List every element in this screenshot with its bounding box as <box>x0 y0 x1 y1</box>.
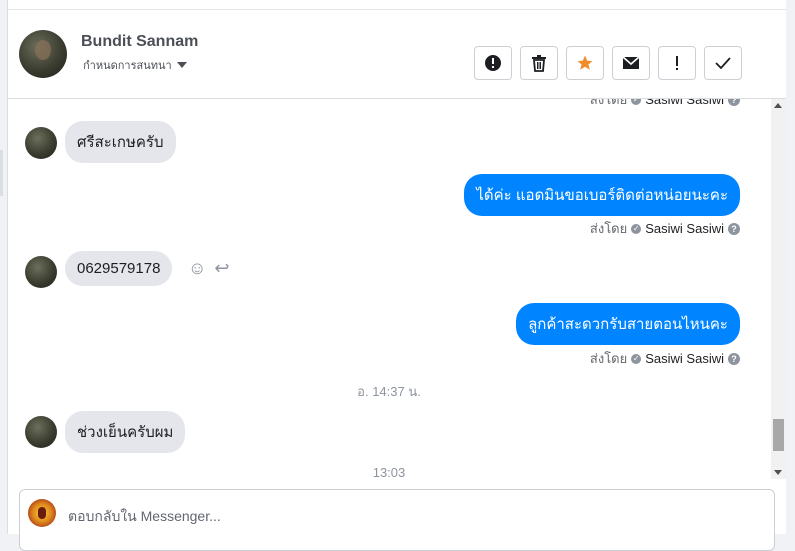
left-edge-marker <box>0 150 3 196</box>
sender-name: Sasiwi Sasiwi <box>645 221 724 236</box>
incoming-message[interactable]: ศรีสะเกษครับ <box>65 121 176 163</box>
check-icon: ✓ <box>631 99 642 105</box>
delete-button[interactable] <box>520 46 558 80</box>
checkmark-icon <box>715 57 731 70</box>
page-avatar <box>28 499 56 527</box>
sent-by-label: ส่งโดย ✓ Sasiwi Sasiwi ? <box>590 99 740 110</box>
exclamation-icon <box>676 56 678 70</box>
header-actions <box>474 46 742 80</box>
message-thread[interactable]: ส่งโดย ✓ Sasiwi Sasiwi ? ศรีสะเกษครับ ได… <box>8 99 770 479</box>
sent-by-label: ส่งโดย ✓ Sasiwi Sasiwi ? <box>590 348 740 369</box>
conversation-panel: Bundit Sannam กำหนดการสนทนา ส่งโดย ✓ Sas… <box>7 0 786 551</box>
help-icon[interactable]: ? <box>728 99 740 106</box>
alert-circle-icon <box>485 55 501 71</box>
sent-by-prefix: ส่งโดย <box>589 99 628 107</box>
scroll-up-arrow[interactable] <box>774 103 782 108</box>
customer-avatar[interactable] <box>19 30 67 78</box>
scrollbar-thumb[interactable] <box>773 419 784 451</box>
customer-avatar-small[interactable] <box>25 416 57 448</box>
outgoing-message[interactable]: ได้ค่ะ แอดมินขอเบอร์ติดต่อหน่อยนะคะ <box>464 174 740 216</box>
help-icon[interactable]: ? <box>728 352 740 365</box>
message-timestamp: อ. 14:37 น. <box>357 384 421 399</box>
mark-unread-button[interactable] <box>612 46 650 80</box>
top-strip <box>8 0 786 10</box>
schedule-conversation-label: กำหนดการสนทนา <box>83 60 172 72</box>
sender-name: Sasiwi Sasiwi <box>645 351 724 366</box>
message-actions: ☺ ↩ <box>188 258 229 279</box>
envelope-icon <box>622 56 640 69</box>
caret-down-icon <box>176 62 187 68</box>
customer-avatar-small[interactable] <box>25 127 57 159</box>
schedule-conversation-dropdown[interactable]: กำหนดการสนทนา <box>83 56 187 74</box>
incoming-message[interactable]: 0629579178 <box>65 251 173 286</box>
star-button[interactable] <box>566 46 604 80</box>
outgoing-message[interactable]: ลูกค้าสะดวกรับสายตอนไหนคะ <box>516 303 740 345</box>
customer-name[interactable]: Bundit Sannam <box>81 33 198 51</box>
conversation-header: Bundit Sannam กำหนดการสนทนา <box>8 10 786 99</box>
incoming-message[interactable]: ช่วงเย็นครับผม <box>65 411 186 453</box>
sent-by-label: ส่งโดย ✓ Sasiwi Sasiwi ? <box>590 218 740 239</box>
star-icon <box>577 55 593 70</box>
react-smiley-icon[interactable]: ☺ <box>188 258 206 279</box>
sender-name: Sasiwi Sasiwi <box>645 99 724 107</box>
reply-input[interactable]: ตอบกลับใน Messenger... <box>68 506 221 528</box>
thread-scrollbar[interactable] <box>771 99 786 479</box>
check-icon: ✓ <box>631 223 642 234</box>
help-icon[interactable]: ? <box>728 222 740 235</box>
follow-up-button[interactable] <box>658 46 696 80</box>
mark-done-button[interactable] <box>704 46 742 80</box>
check-icon: ✓ <box>631 353 642 364</box>
sent-by-prefix: ส่งโดย <box>589 351 628 366</box>
trash-icon <box>532 55 546 72</box>
sent-by-prefix: ส่งโดย <box>589 221 628 236</box>
reply-arrow-icon[interactable]: ↩ <box>214 258 229 279</box>
scroll-down-arrow[interactable] <box>774 470 782 475</box>
customer-avatar-small[interactable] <box>25 256 57 288</box>
reply-composer[interactable]: ตอบกลับใน Messenger... <box>19 489 775 551</box>
message-timestamp: 13:03 <box>372 465 406 479</box>
spam-button[interactable] <box>474 46 512 80</box>
